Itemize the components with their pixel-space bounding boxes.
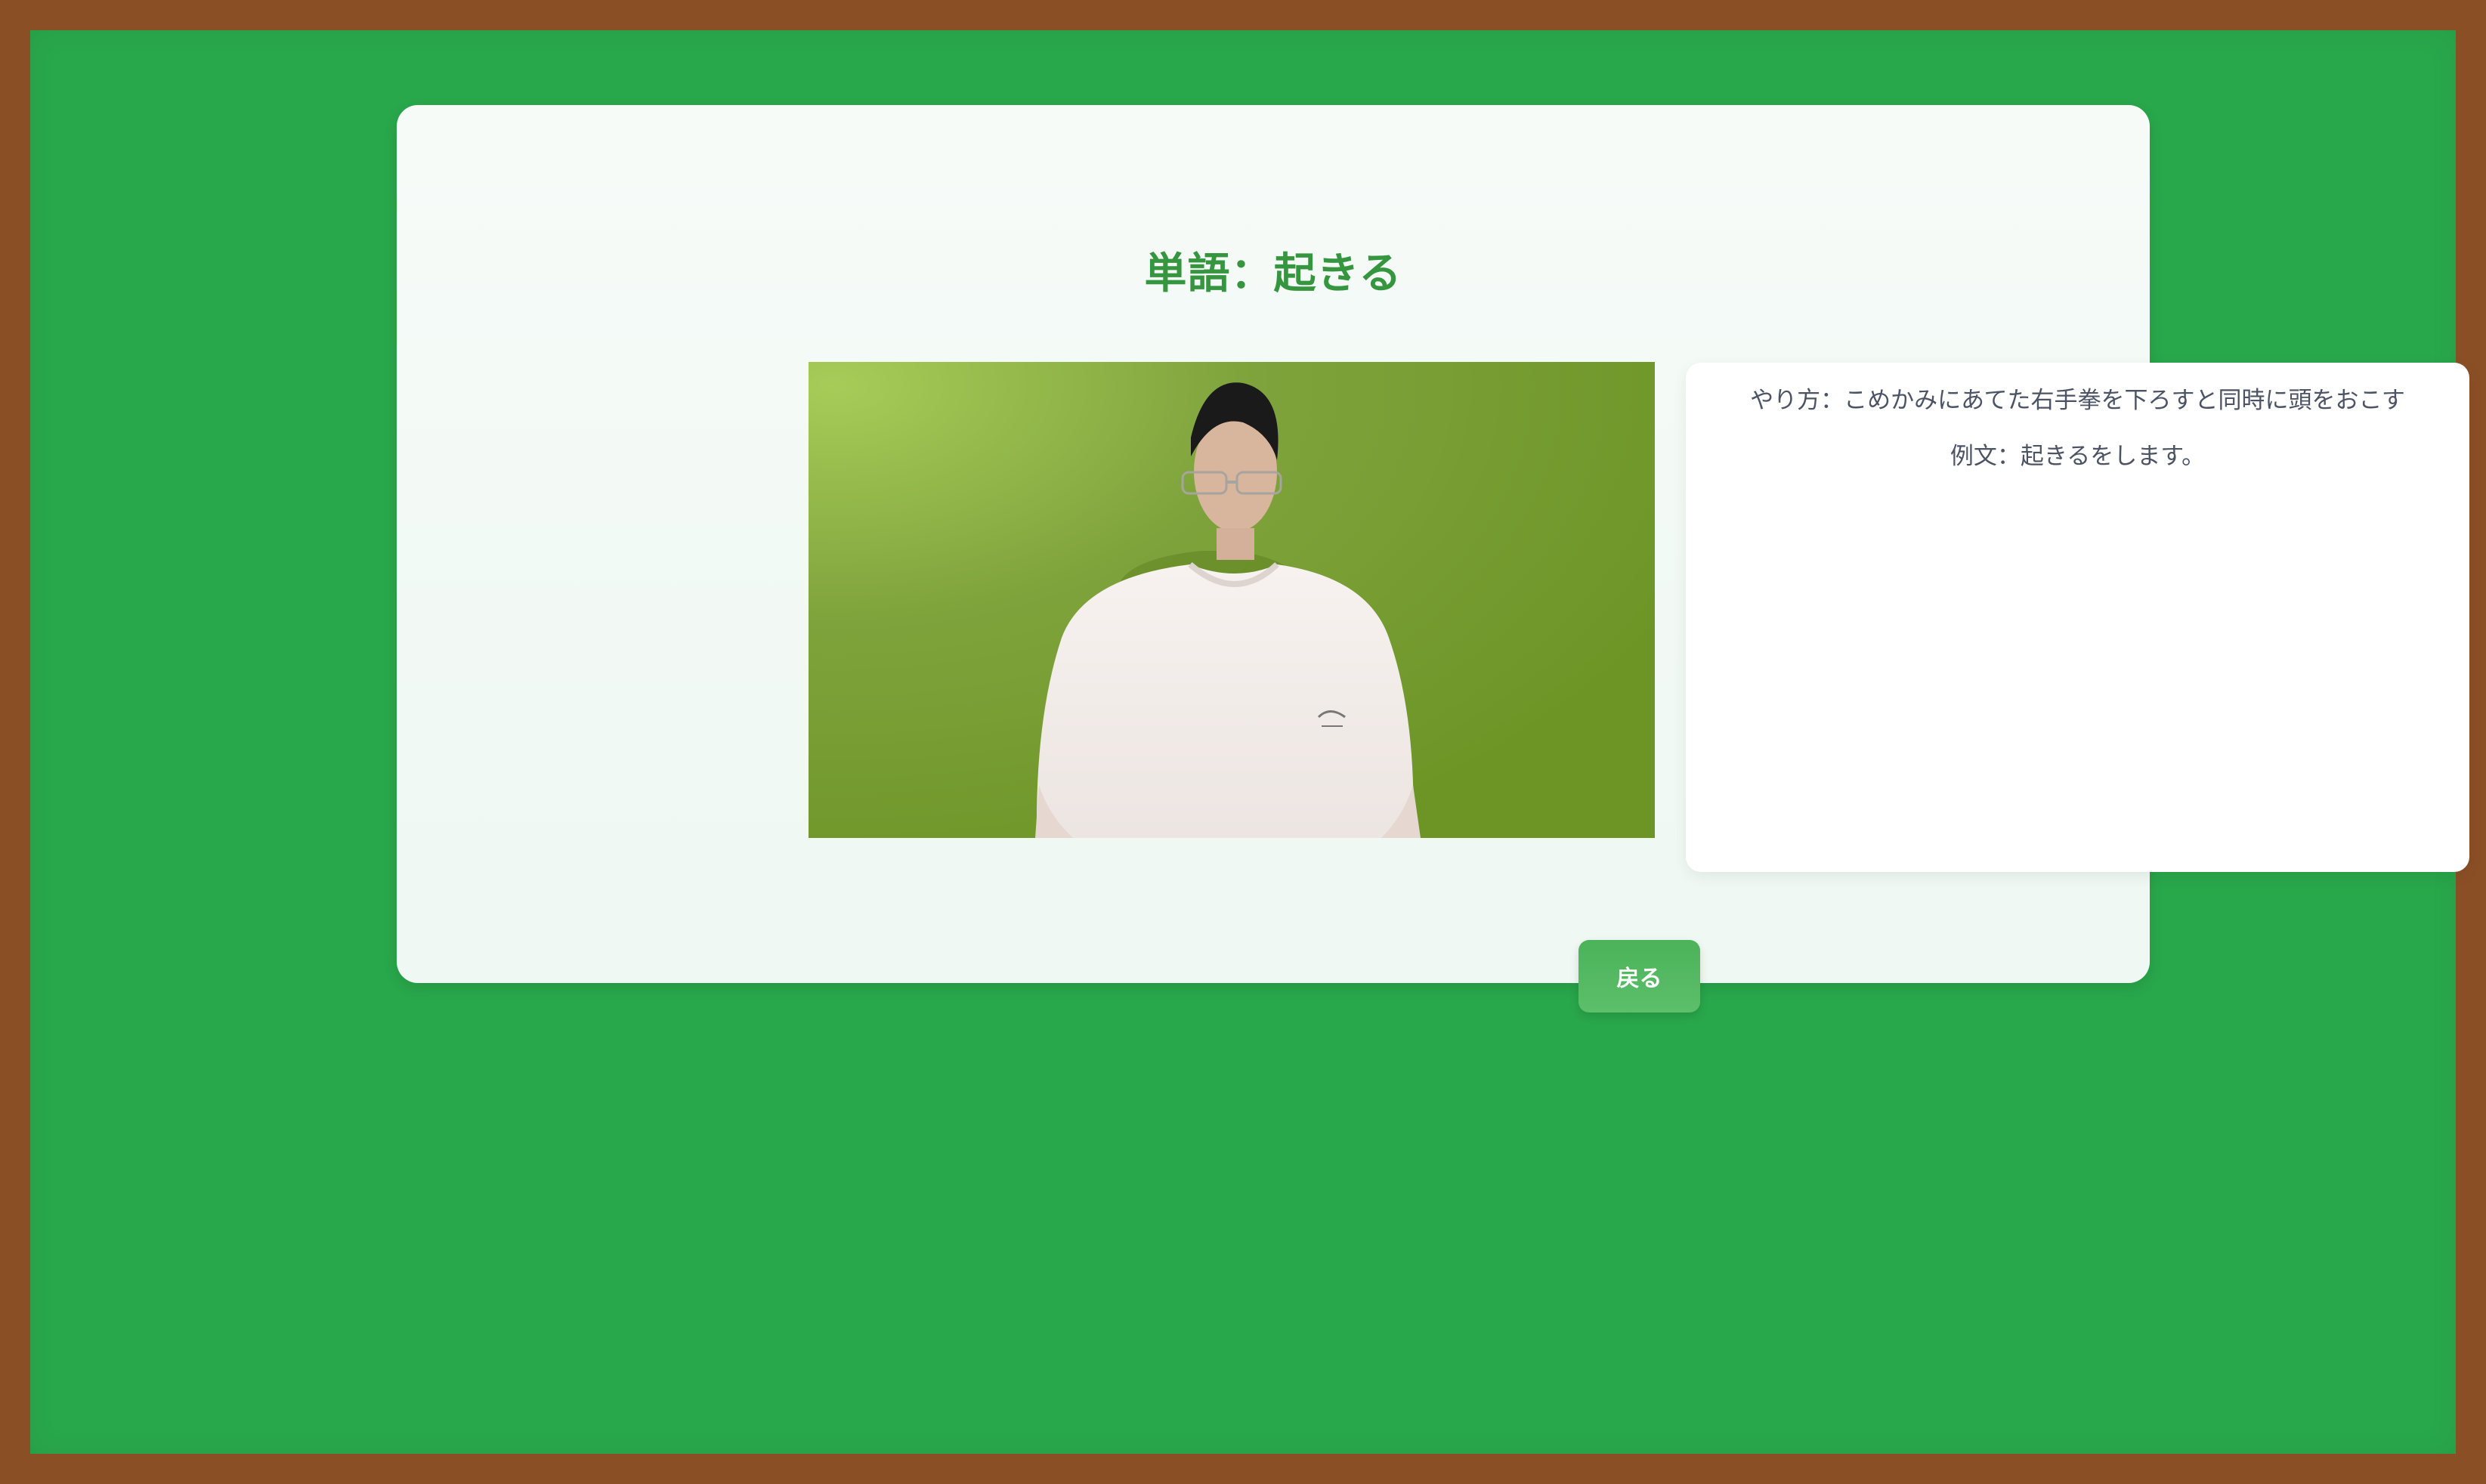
sign-video-frame	[809, 362, 1655, 838]
page-title: 単語：起きる	[1144, 249, 1402, 298]
sign-method-text: やり方：こめかみにあてた右手拳を下ろすと同時に頭をおこす	[1750, 387, 2405, 414]
word-card: 単語：起きる やり方：こめかみにあてた右手拳を下ろすと同時に頭をおこす 例文：起…	[397, 105, 2469, 1013]
info-panel: やり方：こめかみにあてた右手拳を下ろすと同時に頭をおこす 例文：起きるをします。	[1686, 363, 2469, 872]
green-board: 単語：起きる やり方：こめかみにあてた右手拳を下ろすと同時に頭をおこす 例文：起…	[30, 30, 2469, 1454]
back-button[interactable]: 戻る	[1578, 940, 1700, 1013]
sign-video[interactable]	[809, 362, 1655, 838]
example-sentence-text: 例文：起きるをします。	[1950, 443, 2206, 470]
